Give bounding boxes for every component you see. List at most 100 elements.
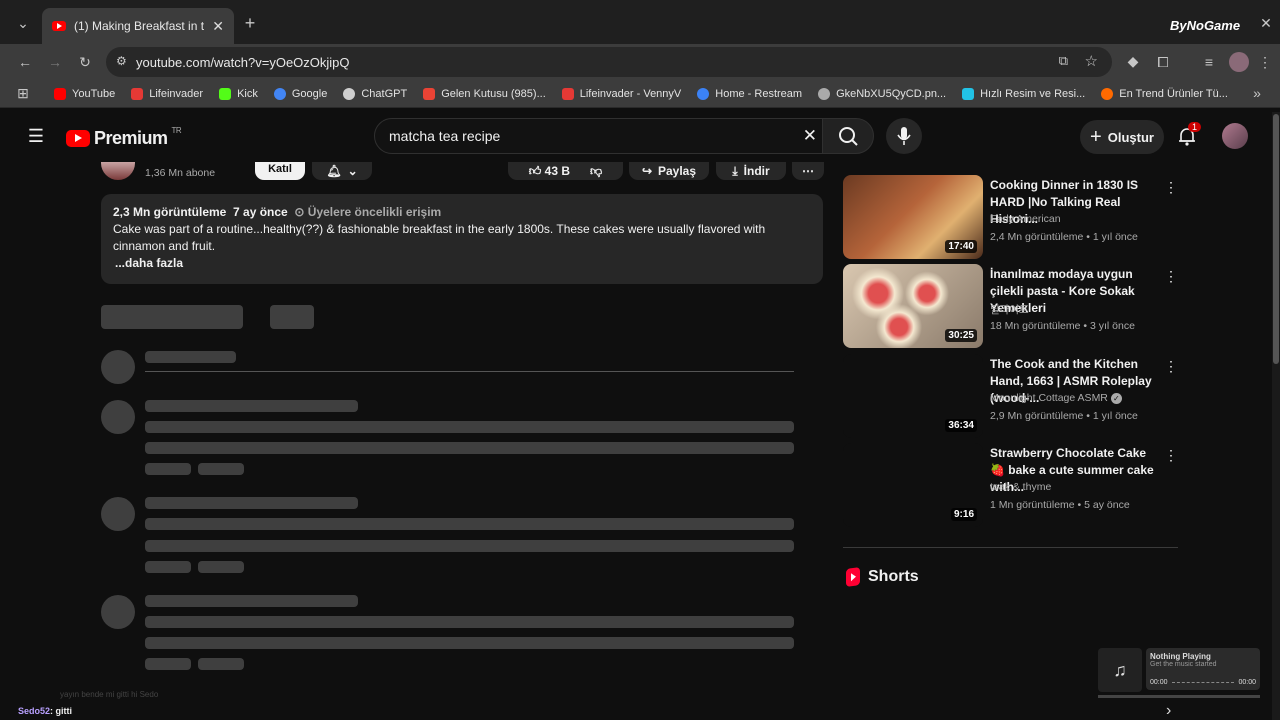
bookmark-trend-products[interactable]: En Trend Ürünler Tü... [1101,87,1228,100]
download-button[interactable]: ⤓ İndir [716,162,786,180]
apps-grid-icon[interactable]: ⊞ [16,85,30,101]
youtube-favicon-icon [52,21,66,31]
logo-region: TR [171,126,182,135]
extension-icon[interactable]: ◆ [1126,53,1140,69]
progress-bar [1171,682,1235,683]
hamburger-menu-icon[interactable]: ☰ [26,126,46,146]
channel-name[interactable]: teak & thyme [990,481,1180,493]
account-avatar[interactable] [1222,123,1248,149]
bookmark-gmail[interactable]: Gelen Kutusu (985)... [423,87,546,100]
more-vert-icon[interactable]: ⋮ [1164,447,1178,464]
chatgpt-icon [343,87,356,100]
clear-search-icon[interactable]: ✕ [803,126,817,146]
channel-name[interactable]: Moonlight Cottage ASMR ✓ [990,392,1180,404]
bookmark-image-resize[interactable]: Hızlı Resim ve Resi... [962,87,1085,100]
share-button[interactable]: ↪ Paylaş [629,162,709,180]
window-close-icon[interactable]: ✕ [1258,14,1274,32]
video-thumbnail[interactable]: 9:16 [843,443,983,527]
channel-avatar[interactable] [101,162,135,180]
shorts-icon [846,567,860,587]
bookmark-star-icon[interactable]: ☆ [1085,52,1098,70]
shop-icon [1101,87,1114,100]
bookmark-restream[interactable]: Home - Restream [697,87,802,100]
bookmark-lifeinvader[interactable]: Lifeinvader [131,87,203,100]
video-thumbnail[interactable]: 17:40 [843,175,983,259]
comment-line-placeholder [145,637,794,649]
voice-search-button[interactable] [886,118,922,154]
plus-icon: + [1090,125,1102,148]
now-playing-progress: 00:00 00:00 [1150,679,1256,686]
video-thumbnail[interactable]: 36:34 [843,354,983,438]
now-playing-subtitle: Get the music started [1150,661,1217,668]
browser-tab-active[interactable]: (1) Making Breakfast in the 182 ✕ [42,8,234,44]
show-more-link[interactable]: ...daha fazla [113,255,811,272]
chevron-down-icon: ⌄ [347,164,358,178]
search-button[interactable] [822,118,874,154]
now-playing-title: Nothing Playing [1150,652,1211,661]
media-control-icon[interactable]: ≡ [1200,53,1218,71]
profile-avatar[interactable] [1229,52,1249,72]
back-icon[interactable]: ← [16,53,34,71]
site-info-icon[interactable]: ⚙ [116,54,127,68]
create-button[interactable]: + Oluştur [1080,120,1164,154]
subscription-bell-button[interactable]: 🔔︎ ⌄ [312,162,372,180]
video-thumbnail[interactable]: 30:25 [843,264,983,348]
recommendation-item[interactable]: 17:40 Cooking Dinner in 1830 IS HARD |No… [843,175,1178,261]
dislike-button[interactable]: 👎︎ [590,164,602,179]
chevron-right-icon[interactable]: › [1166,702,1171,720]
extensions-puzzle-icon[interactable]: ⧠ [1154,53,1172,71]
comment-line-placeholder [145,442,794,454]
url-text: youtube.com/watch?v=yOeOzOkjipQ [136,54,350,70]
reload-icon[interactable]: ↻ [76,53,94,71]
comment-box-placeholder [145,351,236,363]
new-tab-icon[interactable]: + [242,13,258,33]
bookmark-chatgpt[interactable]: ChatGPT [343,87,407,100]
address-bar[interactable]: ⚙ youtube.com/watch?v=yOeOzOkjipQ ⧉ ☆ [106,47,1112,77]
tab-list-icon[interactable]: ⌄ [14,14,32,32]
bookmark-youtube[interactable]: YouTube [54,87,115,100]
youtube-premium-logo[interactable]: Premium TR [66,126,182,149]
recommendation-item[interactable]: 30:25 İnanılmaz modaya uygun çilekli pas… [843,264,1178,350]
comment-action-placeholder [198,658,244,670]
bookmark-lifeinvader-vennyv[interactable]: Lifeinvader - VennyV [561,87,681,100]
members-access-label: Üyelere öncelikli erişim [307,205,442,219]
more-vert-icon[interactable]: ⋮ [1164,179,1178,196]
bookmark-google[interactable]: Google [273,87,327,100]
recommendation-item[interactable]: 36:34 The Cook and the Kitchen Hand, 166… [843,354,1178,440]
bookmark-image-file[interactable]: GkeNbXU5QyCD.pn... [818,87,946,100]
lifeinvader-icon [131,87,144,100]
channel-name[interactable]: Early American [990,213,1180,225]
section-divider [843,547,1178,548]
duration-badge: 9:16 [950,508,977,521]
avatar-placeholder [101,400,135,434]
more-actions-button[interactable]: ⋯ [792,162,824,180]
search-query: matcha tea recipe [389,128,501,144]
browser-menu-icon[interactable]: ⋮ [1258,53,1272,71]
bookmark-kick[interactable]: Kick [219,87,258,100]
sort-placeholder [270,305,314,329]
comment-action-placeholder [145,463,191,475]
description-text: Cake was part of a routine...healthy(??)… [113,222,766,253]
search-input[interactable]: matcha tea recipe ✕ [374,118,828,154]
avatar-placeholder [101,350,135,384]
install-app-icon[interactable]: ⧉ [1059,53,1068,69]
tab-title: (1) Making Breakfast in the 182 [74,19,205,33]
forward-icon[interactable]: → [46,53,64,71]
video-description[interactable]: 2,3 Mn görüntüleme 7 ay önce ⊙ Üyelere ö… [101,194,823,284]
like-button[interactable]: 👍︎ 43 B [529,164,570,179]
more-vert-icon[interactable]: ⋮ [1164,268,1178,285]
channel-name[interactable]: 딜라이트 [990,302,1180,317]
thumbs-up-icon: 👍︎ [528,163,542,178]
avatar-placeholder [101,497,135,531]
chat-message: Sedo52: gitti [18,706,72,716]
tab-close-icon[interactable]: ✕ [212,18,224,35]
more-horizontal-icon: ⋯ [802,164,814,178]
comment-line-placeholder [145,421,794,433]
lifeinvader-icon [561,87,574,100]
notifications-button[interactable]: 1 [1176,122,1202,147]
more-vert-icon[interactable]: ⋮ [1164,358,1178,375]
recommendation-item[interactable]: 9:16 Strawberry Chocolate Cake 🍓 bake a … [843,443,1178,529]
more-bookmarks-icon[interactable]: » [1250,85,1264,101]
page-scrollbar-thumb[interactable] [1273,114,1279,364]
join-button[interactable]: Katıl [255,162,305,180]
